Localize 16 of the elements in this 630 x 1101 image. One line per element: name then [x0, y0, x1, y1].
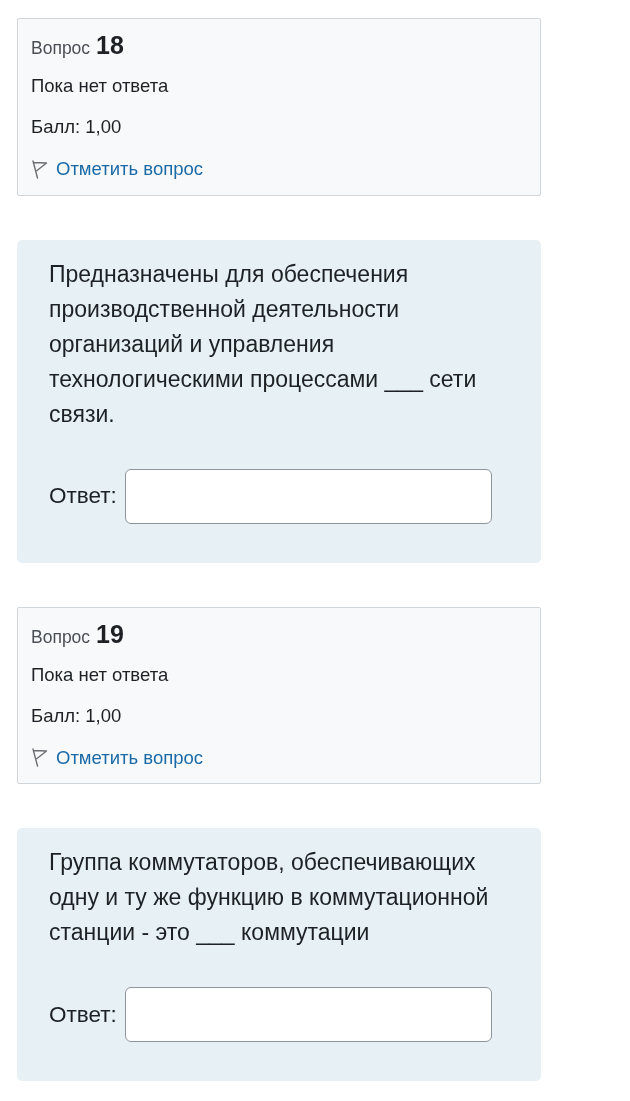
flag-question-link[interactable]: Отметить вопрос — [31, 745, 204, 770]
question-grade: Балл: 1,00 — [31, 703, 122, 728]
question-label: Вопрос — [31, 37, 91, 60]
question-label: Вопрос — [31, 625, 91, 649]
question-grade: Балл: 1,00 — [31, 115, 122, 139]
answer-status: Пока нет ответа — [31, 74, 169, 98]
question-number: 19 — [96, 618, 124, 649]
question-text: Предназначены для обеспечения производственной деятельности организаций и управления технологическими процессами ___ сети связи. — [49, 259, 478, 429]
answer-field[interactable] — [124, 987, 492, 1042]
question-number: 18 — [96, 30, 124, 60]
answer-label: Ответ: — [49, 483, 117, 509]
question-text: Группа коммутаторов, обеспечивающих одну и ту же функцию в коммутационной станции - это ___ коммутации — [49, 848, 490, 947]
answer-field[interactable] — [124, 468, 492, 524]
answer-label: Ответ: — [49, 1001, 117, 1028]
answer-status: Пока нет ответа — [31, 662, 169, 687]
flag-question-link[interactable]: Отметить вопрос — [31, 157, 204, 181]
